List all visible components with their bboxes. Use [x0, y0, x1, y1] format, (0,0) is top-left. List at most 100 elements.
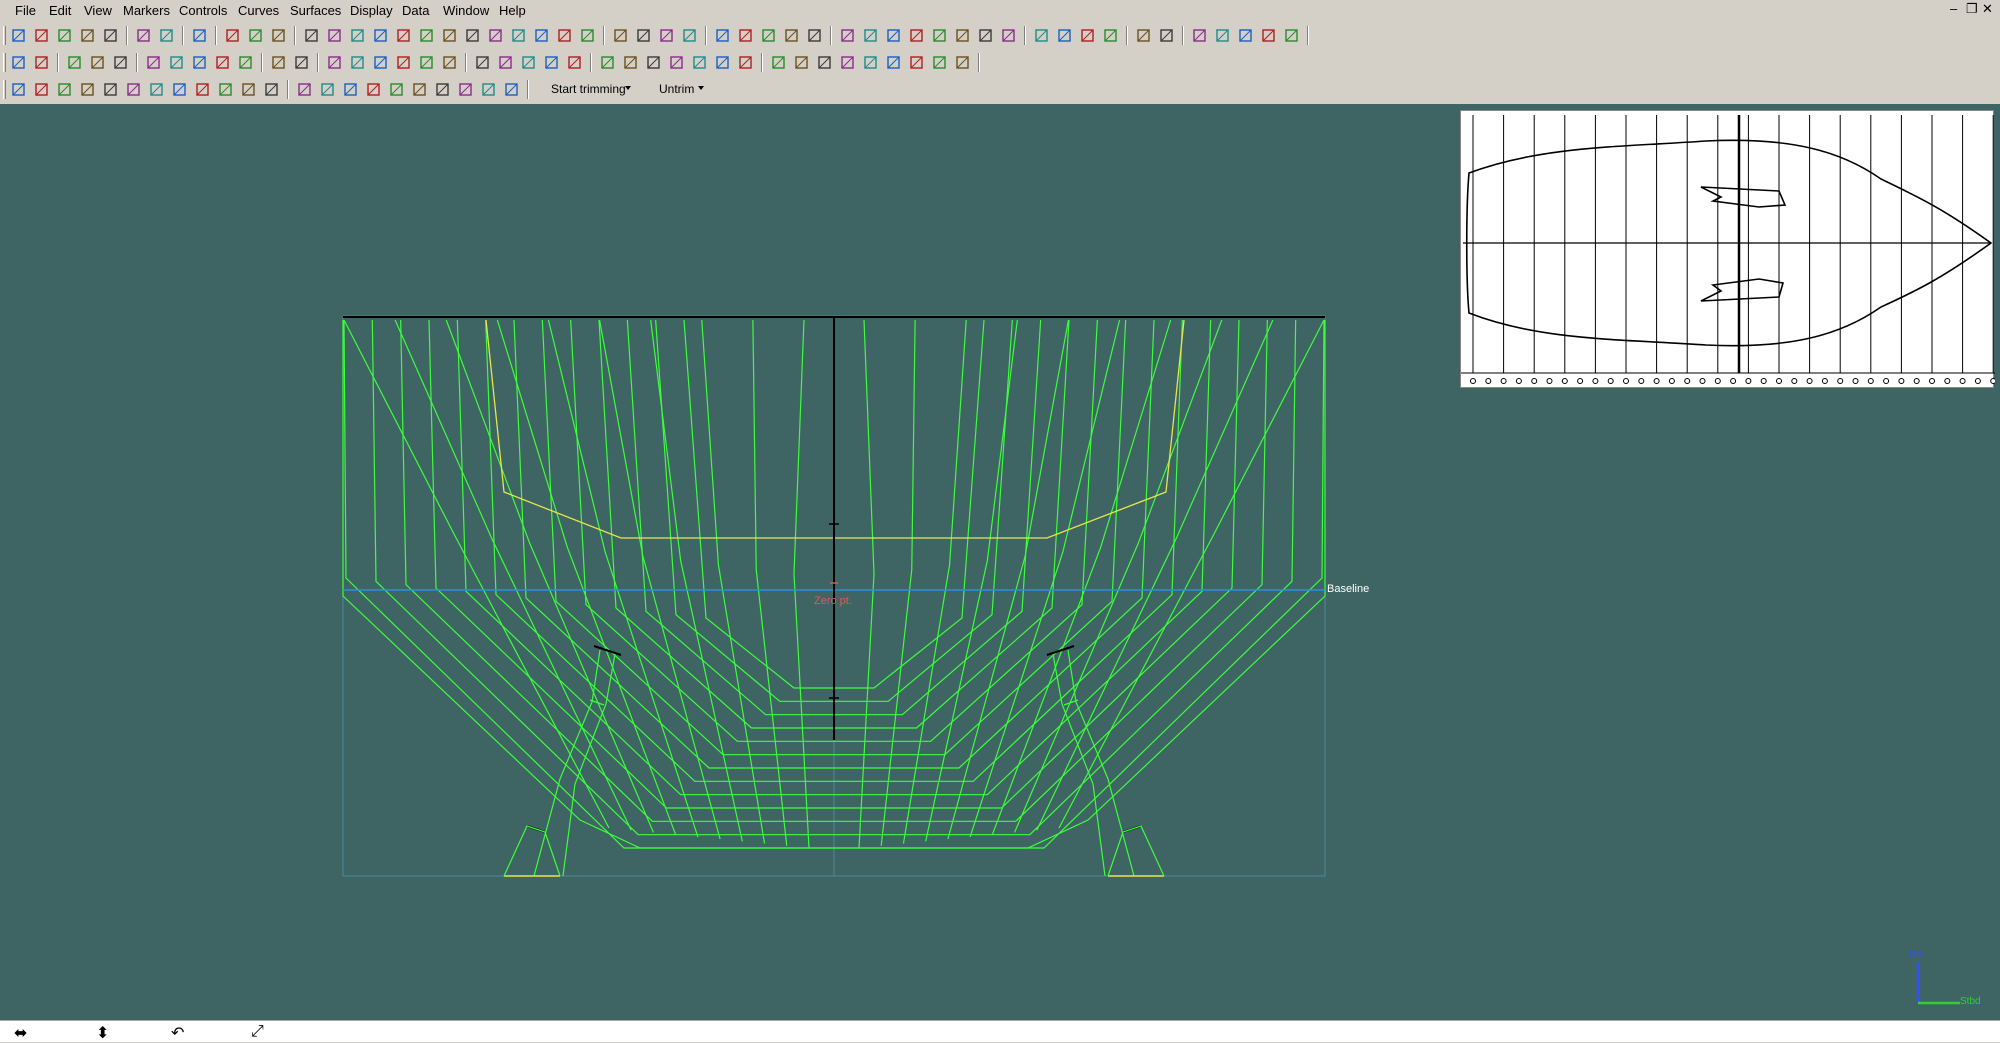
toolbar-tool-icon[interactable] — [770, 54, 787, 71]
toolbar-tool-icon[interactable] — [158, 27, 175, 44]
toolbar-tool-icon[interactable] — [1056, 27, 1073, 44]
toolbar-grip[interactable] — [3, 53, 6, 72]
toolbar-tool-icon[interactable] — [1214, 27, 1231, 44]
toolbar-tool-icon[interactable] — [89, 54, 106, 71]
toolbar-tool-icon[interactable] — [816, 54, 833, 71]
toolbar-tool-icon[interactable] — [737, 54, 754, 71]
menu-edit[interactable]: Edit — [49, 3, 71, 18]
toolbar-tool-icon[interactable] — [349, 54, 366, 71]
toolbar-tool-icon[interactable] — [372, 27, 389, 44]
toolbar-tool-icon[interactable] — [214, 54, 231, 71]
toolbar-tool-icon[interactable] — [1000, 27, 1017, 44]
toolbar-tool-icon[interactable] — [171, 81, 188, 98]
toolbar-tool-icon[interactable] — [411, 81, 428, 98]
pan-vertical-icon[interactable]: ⬍ — [96, 1023, 109, 1043]
toolbar-tool-icon[interactable] — [66, 54, 83, 71]
toolbar-tool-icon[interactable] — [457, 81, 474, 98]
toolbar-tool-icon[interactable] — [954, 27, 971, 44]
toolbar-tool-icon[interactable] — [1158, 27, 1175, 44]
toolbar-tool-icon[interactable] — [56, 81, 73, 98]
toolbar-tool-icon[interactable] — [349, 27, 366, 44]
toolbar-tool-icon[interactable] — [862, 27, 879, 44]
toolbar-tool-icon[interactable] — [326, 27, 343, 44]
untrim-dropdown-icon[interactable] — [698, 86, 704, 90]
minimize-button[interactable]: – — [1950, 2, 1957, 16]
toolbar-tool-icon[interactable] — [760, 27, 777, 44]
close-button[interactable]: ✕ — [1982, 2, 1993, 16]
toolbar-tool-icon[interactable] — [474, 54, 491, 71]
toolbar-tool-icon[interactable] — [79, 81, 96, 98]
pan-horizontal-icon[interactable]: ⬌ — [14, 1023, 27, 1043]
toolbar-tool-icon[interactable] — [263, 81, 280, 98]
toolbar-tool-icon[interactable] — [931, 27, 948, 44]
toolbar-tool-icon[interactable] — [839, 54, 856, 71]
toolbar-tool-icon[interactable] — [135, 27, 152, 44]
toolbar-tool-icon[interactable] — [714, 27, 731, 44]
toolbar-tool-icon[interactable] — [954, 54, 971, 71]
toolbar-tool-icon[interactable] — [520, 54, 537, 71]
toolbar-tool-icon[interactable] — [806, 27, 823, 44]
toolbar-tool-icon[interactable] — [10, 81, 27, 98]
toolbar-tool-icon[interactable] — [217, 81, 234, 98]
toolbar-tool-icon[interactable] — [543, 54, 560, 71]
toolbar-tool-icon[interactable] — [977, 27, 994, 44]
toolbar-tool-icon[interactable] — [622, 54, 639, 71]
untrim-button[interactable]: Untrim — [659, 82, 694, 96]
toolbar-tool-icon[interactable] — [191, 54, 208, 71]
toolbar-tool-icon[interactable] — [10, 27, 27, 44]
toolbar-tool-icon[interactable] — [270, 54, 287, 71]
plan-view-minimap[interactable] — [1460, 110, 1995, 388]
menu-controls[interactable]: Controls — [179, 3, 227, 18]
toolbar-tool-icon[interactable] — [191, 27, 208, 44]
toolbar-tool-icon[interactable] — [102, 81, 119, 98]
toolbar-tool-icon[interactable] — [395, 27, 412, 44]
design-viewport[interactable]: Zero pt. Baseline Up Stbd — [0, 104, 2000, 1020]
toolbar-tool-icon[interactable] — [1135, 27, 1152, 44]
toolbar-tool-icon[interactable] — [365, 81, 382, 98]
toolbar-tool-icon[interactable] — [441, 27, 458, 44]
menu-display[interactable]: Display — [350, 3, 393, 18]
toolbar-tool-icon[interactable] — [270, 27, 287, 44]
toolbar-tool-icon[interactable] — [303, 27, 320, 44]
toolbar-tool-icon[interactable] — [168, 54, 185, 71]
menu-view[interactable]: View — [84, 3, 112, 18]
restore-button[interactable]: ❐ — [1966, 2, 1978, 16]
toolbar-tool-icon[interactable] — [388, 81, 405, 98]
toolbar-tool-icon[interactable] — [691, 54, 708, 71]
toolbar-tool-icon[interactable] — [635, 27, 652, 44]
toolbar-tool-icon[interactable] — [293, 54, 310, 71]
baseline-label[interactable]: Baseline — [1327, 583, 1369, 595]
toolbar-tool-icon[interactable] — [1283, 27, 1300, 44]
toolbar-tool-icon[interactable] — [793, 54, 810, 71]
toolbar-tool-icon[interactable] — [464, 27, 481, 44]
menu-help[interactable]: Help — [499, 3, 526, 18]
toolbar-tool-icon[interactable] — [533, 27, 550, 44]
toolbar-tool-icon[interactable] — [237, 54, 254, 71]
toolbar-tool-icon[interactable] — [487, 27, 504, 44]
menu-curves[interactable]: Curves — [238, 3, 279, 18]
toolbar-tool-icon[interactable] — [194, 81, 211, 98]
toolbar-tool-icon[interactable] — [434, 81, 451, 98]
toolbar-tool-icon[interactable] — [783, 27, 800, 44]
menu-data[interactable]: Data — [402, 3, 429, 18]
menu-file[interactable]: File — [15, 3, 36, 18]
toolbar-tool-icon[interactable] — [612, 27, 629, 44]
toolbar-tool-icon[interactable] — [240, 81, 257, 98]
toolbar-tool-icon[interactable] — [681, 27, 698, 44]
toolbar-tool-icon[interactable] — [1260, 27, 1277, 44]
toolbar-tool-icon[interactable] — [556, 27, 573, 44]
toolbar-tool-icon[interactable] — [566, 54, 583, 71]
toolbar-tool-icon[interactable] — [839, 27, 856, 44]
toolbar-tool-icon[interactable] — [79, 27, 96, 44]
start-trimming-dropdown-icon[interactable] — [625, 86, 631, 90]
toolbar-tool-icon[interactable] — [668, 54, 685, 71]
toolbar-tool-icon[interactable] — [579, 27, 596, 44]
toolbar-tool-icon[interactable] — [497, 54, 514, 71]
toolbar-tool-icon[interactable] — [503, 81, 520, 98]
toolbar-tool-icon[interactable] — [148, 81, 165, 98]
toolbar-tool-icon[interactable] — [418, 54, 435, 71]
toolbar-tool-icon[interactable] — [1237, 27, 1254, 44]
toolbar-tool-icon[interactable] — [326, 54, 343, 71]
toolbar-tool-icon[interactable] — [908, 54, 925, 71]
toolbar-tool-icon[interactable] — [908, 27, 925, 44]
